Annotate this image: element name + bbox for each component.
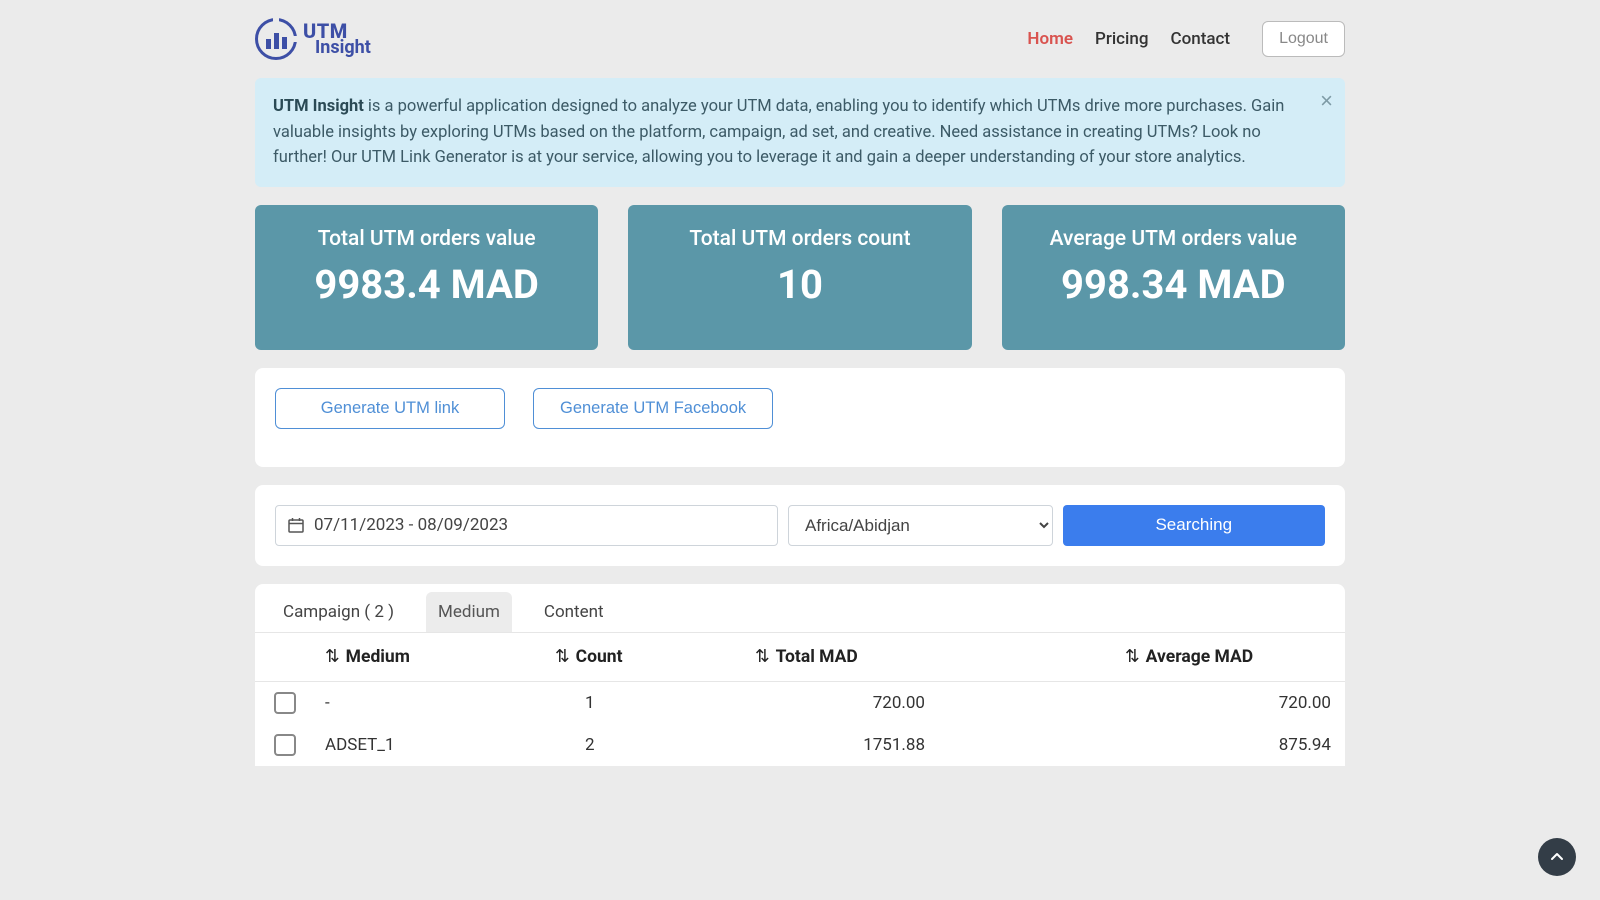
info-alert: UTM Insight is a powerful application de… bbox=[255, 78, 1345, 187]
tabs: Campaign ( 2 ) Medium Content bbox=[255, 584, 1345, 633]
sort-icon: ⇅ bbox=[555, 647, 570, 667]
results-card: Campaign ( 2 ) Medium Content ⇅Medium ⇅C… bbox=[255, 584, 1345, 766]
nav-pricing[interactable]: Pricing bbox=[1095, 29, 1149, 49]
stat-total-value: Total UTM orders value 9983.4 MAD bbox=[255, 205, 598, 350]
table-row: ADSET_1 2 1751.88 875.94 bbox=[255, 724, 1345, 766]
cell-count: 1 bbox=[525, 681, 715, 724]
alert-title: UTM Insight bbox=[273, 97, 364, 116]
timezone-select[interactable]: Africa/Abidjan bbox=[788, 505, 1053, 546]
cell-count: 2 bbox=[525, 724, 715, 766]
cell-average: 875.94 bbox=[1065, 724, 1345, 766]
row-checkbox[interactable] bbox=[274, 692, 296, 714]
col-checkbox bbox=[255, 633, 315, 682]
table-row: - 1 720.00 720.00 bbox=[255, 681, 1345, 724]
date-range-input[interactable]: 07/11/2023 - 08/09/2023 bbox=[275, 505, 778, 546]
col-count[interactable]: ⇅Count bbox=[525, 633, 715, 682]
alert-text: is a powerful application designed to an… bbox=[273, 97, 1284, 167]
stat-value: 9983.4 MAD bbox=[265, 261, 588, 308]
nav-home[interactable]: Home bbox=[1027, 29, 1073, 49]
cell-total: 720.00 bbox=[715, 681, 1065, 724]
stat-title: Total UTM orders value bbox=[265, 227, 588, 251]
cell-medium: ADSET_1 bbox=[315, 724, 525, 766]
tab-content[interactable]: Content bbox=[532, 592, 616, 632]
stat-title: Total UTM orders count bbox=[638, 227, 961, 251]
stats-row: Total UTM orders value 9983.4 MAD Total … bbox=[255, 205, 1345, 350]
generate-utm-link-button[interactable]: Generate UTM link bbox=[275, 388, 505, 429]
tab-campaign[interactable]: Campaign ( 2 ) bbox=[271, 592, 406, 632]
logo-text: UTM Insight bbox=[303, 21, 371, 57]
cell-medium: - bbox=[315, 681, 525, 724]
cell-average: 720.00 bbox=[1065, 681, 1345, 724]
logo-line2: Insight bbox=[315, 39, 371, 57]
generate-utm-facebook-button[interactable]: Generate UTM Facebook bbox=[533, 388, 773, 429]
generate-panel: Generate UTM link Generate UTM Facebook bbox=[255, 368, 1345, 467]
calendar-icon bbox=[288, 517, 304, 533]
header: UTM Insight Home Pricing Contact Logout bbox=[255, 0, 1345, 78]
col-average[interactable]: ⇅Average MAD bbox=[1065, 633, 1345, 682]
stat-value: 998.34 MAD bbox=[1012, 261, 1335, 308]
cell-total: 1751.88 bbox=[715, 724, 1065, 766]
stat-value: 10 bbox=[638, 261, 961, 308]
search-button[interactable]: Searching bbox=[1063, 505, 1326, 546]
filter-panel: 07/11/2023 - 08/09/2023 Africa/Abidjan S… bbox=[255, 485, 1345, 566]
stat-title: Average UTM orders value bbox=[1012, 227, 1335, 251]
nav-contact[interactable]: Contact bbox=[1170, 29, 1230, 49]
col-medium[interactable]: ⇅Medium bbox=[315, 633, 525, 682]
stat-total-count: Total UTM orders count 10 bbox=[628, 205, 971, 350]
sort-icon: ⇅ bbox=[755, 647, 770, 667]
logout-button[interactable]: Logout bbox=[1262, 21, 1345, 57]
col-total[interactable]: ⇅Total MAD bbox=[715, 633, 1065, 682]
stat-avg-value: Average UTM orders value 998.34 MAD bbox=[1002, 205, 1345, 350]
tab-medium[interactable]: Medium bbox=[426, 592, 512, 632]
row-checkbox[interactable] bbox=[274, 734, 296, 756]
logo-chart-icon bbox=[255, 18, 297, 60]
results-table: ⇅Medium ⇅Count ⇅Total MAD ⇅Average MAD -… bbox=[255, 633, 1345, 766]
scroll-top-button[interactable] bbox=[1538, 838, 1576, 876]
sort-icon: ⇅ bbox=[1125, 647, 1140, 667]
date-range-value: 07/11/2023 - 08/09/2023 bbox=[314, 515, 508, 535]
sort-icon: ⇅ bbox=[325, 647, 340, 667]
close-icon[interactable]: × bbox=[1320, 88, 1333, 114]
chevron-up-icon bbox=[1550, 850, 1564, 864]
logo[interactable]: UTM Insight bbox=[255, 18, 371, 60]
main-nav: Home Pricing Contact Logout bbox=[1027, 21, 1345, 57]
